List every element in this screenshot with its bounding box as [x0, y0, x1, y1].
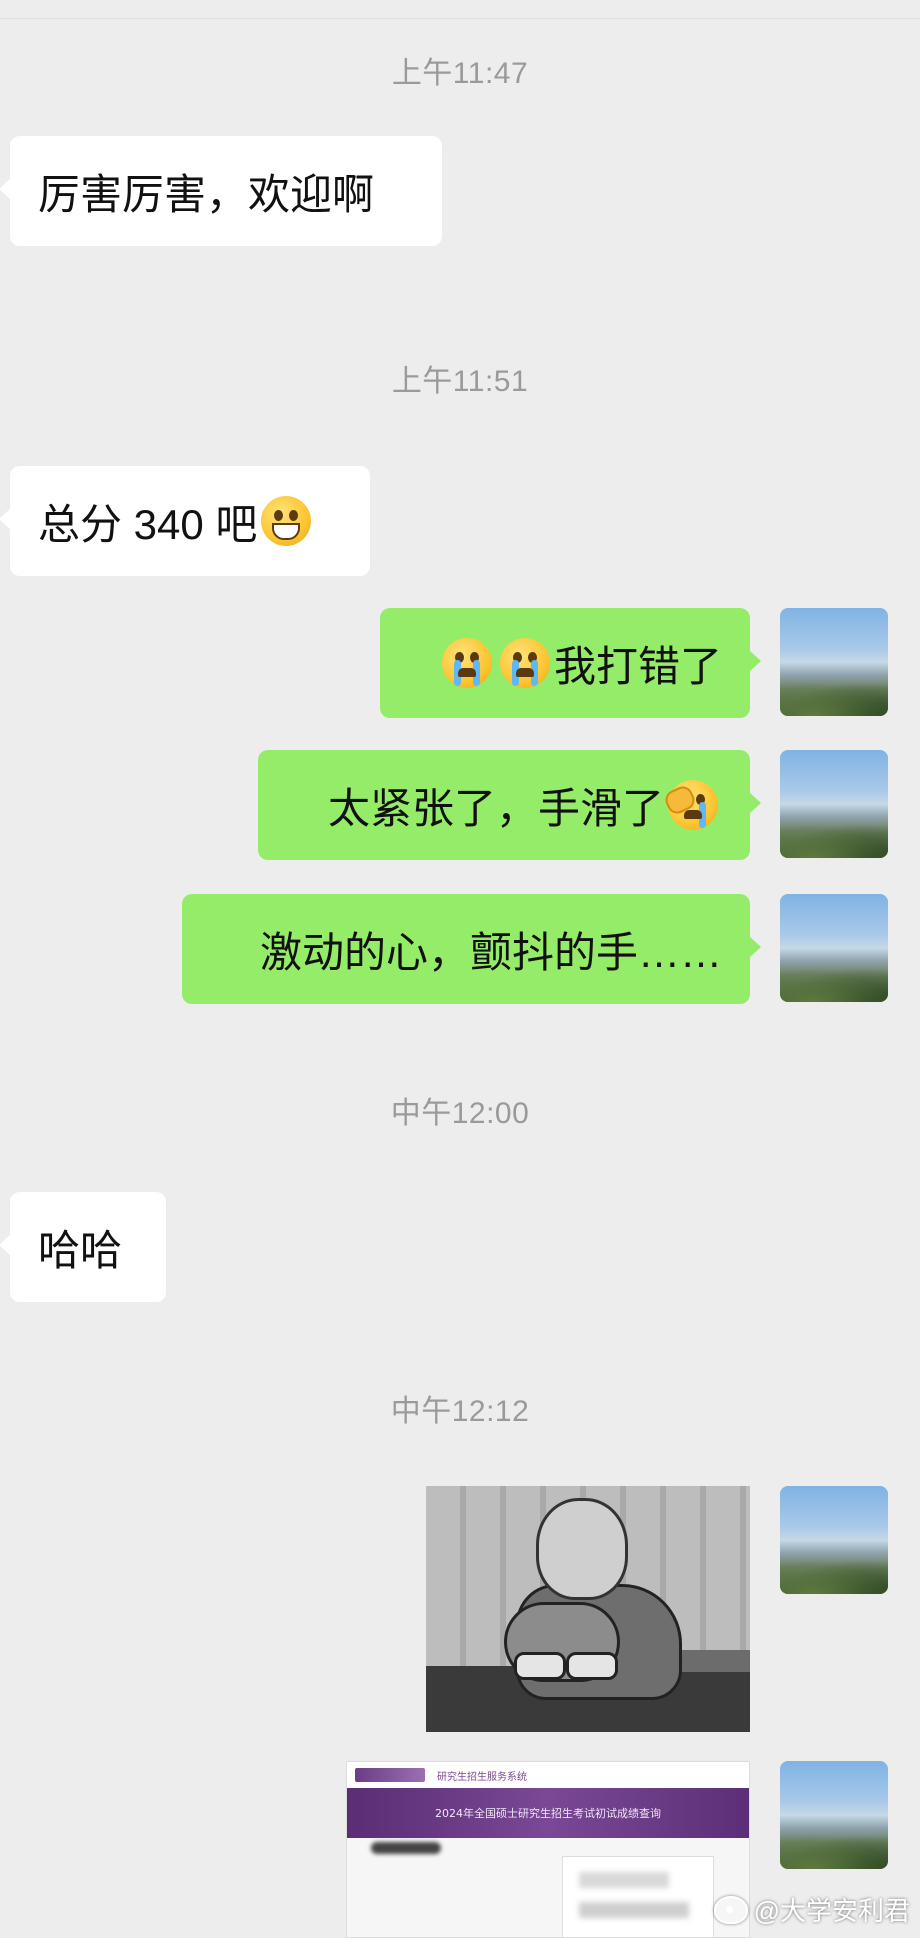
user-avatar[interactable]: [780, 894, 888, 1002]
message-text: 我打错了: [553, 642, 722, 690]
crying-face-icon: [441, 638, 492, 688]
user-avatar[interactable]: [780, 1486, 888, 1594]
watermark-text: @大学安利君: [753, 1896, 910, 1926]
timestamp: 上午11:51: [391, 365, 529, 398]
outgoing-message-bubble[interactable]: 我打错了: [380, 608, 761, 718]
weibo-icon: [713, 1895, 748, 1924]
message-text: 哈哈: [38, 1226, 123, 1274]
message-text: 激动的心，颤抖的手……: [259, 928, 722, 976]
top-divider: [0, 18, 920, 19]
message-text: 太紧张了，手滑了: [327, 784, 664, 832]
crying-face-icon: [499, 638, 550, 688]
facepalm-face-icon: [662, 780, 718, 830]
watermark: @大学安利君: [713, 1891, 910, 1928]
outgoing-message-bubble[interactable]: 激动的心，颤抖的手……: [182, 894, 761, 1004]
message-text: 总分 340 吧: [38, 500, 258, 548]
incoming-message-bubble[interactable]: 哈哈: [0, 1192, 166, 1302]
timestamp: 上午11:47: [391, 57, 529, 90]
site-title: 研究生招生服务系统: [437, 1772, 527, 1783]
meme-image-message[interactable]: [426, 1486, 750, 1732]
incoming-message-bubble[interactable]: 总分 340 吧: [0, 466, 370, 576]
university-logo: [355, 1768, 425, 1782]
score-card: [562, 1856, 714, 1937]
banner: 2024年全国硕士研究生招生考试初试成绩查询: [347, 1788, 749, 1838]
user-avatar[interactable]: [780, 608, 888, 716]
message-text: 厉害厉害，欢迎啊: [38, 170, 375, 218]
banner-text: 2024年全国硕士研究生招生考试初试成绩查询: [435, 1807, 661, 1820]
timestamp: 中午12:00: [390, 1097, 530, 1130]
timestamp: 中午12:12: [390, 1395, 530, 1428]
grinning-face-icon: [261, 496, 312, 546]
user-avatar[interactable]: [780, 750, 888, 858]
incoming-message-bubble[interactable]: 厉害厉害，欢迎啊: [0, 136, 442, 246]
screenshot-image-message[interactable]: 研究生招生服务系统 2024年全国硕士研究生招生考试初试成绩查询: [346, 1761, 750, 1938]
user-avatar[interactable]: [780, 1761, 888, 1869]
outgoing-message-bubble[interactable]: 太紧张了，手滑了: [258, 750, 761, 860]
